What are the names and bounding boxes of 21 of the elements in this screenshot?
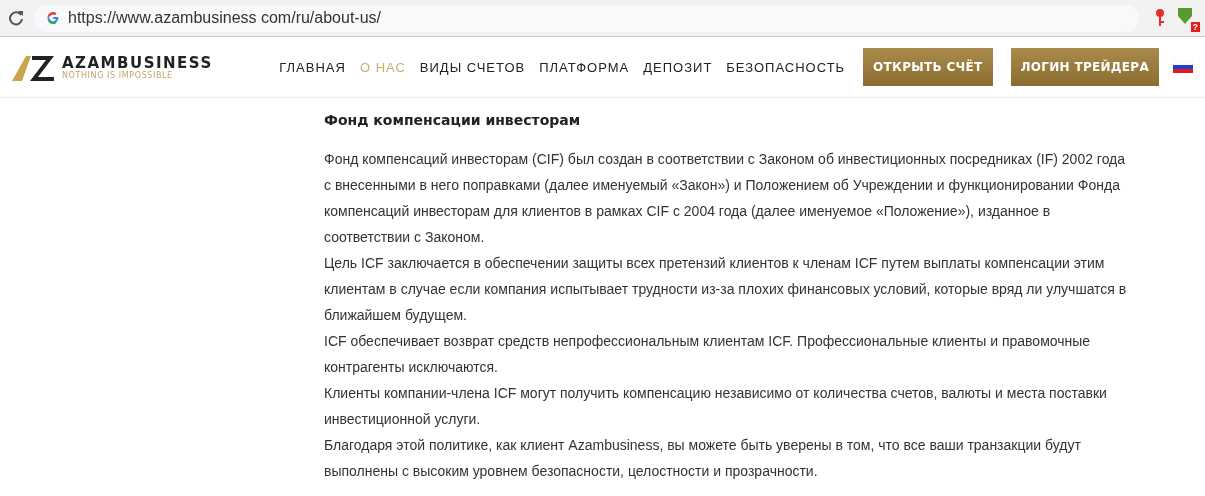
article-paragraph: Цель ICF заключается в обеспечении защиты всех претензий клиентов к членам ICF путем выплаты компенсации этим клиентам в случае если компания испытывает трудности из-за плохих финансовых условий, которые вряд ли улучшатся в ближайшем будущем. [324,254,1128,325]
nav-link[interactable]: ВИДЫ СЧЕТОВ [419,59,526,75]
logo-tagline: NOTHING IS IMPOSSIBLE [62,71,174,80]
nav-link[interactable]: ГЛАВНАЯ [279,59,346,75]
nav-link[interactable]: ПЛАТФОРМА [539,59,630,75]
reload-icon[interactable] [8,10,24,26]
open-account-button[interactable]: ОТКРЫТЬ СЧЁТ [863,48,993,86]
nav-link[interactable]: ДЕПОЗИТ [643,59,713,75]
address-bar[interactable]: https://www.azambusiness com/ru/about-us/ [34,4,1139,32]
url-text: https://www.azambusiness com/ru/about-us/ [68,9,382,27]
article-paragraph: Клиенты компании-члена ICF могут получить компенсацию независимо от количества счетов, валюты и места поставки инвестиционной услуги. [324,384,1108,429]
article-title: Фонд компенсации инвесторам [324,112,582,128]
trader-login-button[interactable]: ЛОГИН ТРЕЙДЕРА [1010,48,1159,86]
article-paragraph: Благодаря этой политике, как клиент Azambusiness, вы можете быть уверены в том, что все ваши транзакции будут выполнены с высоким уровнем безопасности, целостности и прозрачности. [324,436,1082,481]
article-paragraph: ICF обеспечивает возврат средств непрофессиональным клиентам ICF. Профессиональные клиенты и правомочные контрагенты исключаются. [324,332,1092,377]
google-icon [46,11,60,25]
nav-link[interactable]: БЕЗОПАСНОСТЬ [726,59,846,75]
russian-flag-icon[interactable] [1173,61,1193,73]
key-icon[interactable] [1155,9,1165,27]
article-paragraph: Фонд компенсаций инвесторам (CIF) был создан в соответствии с Законом об инвестиционных посредниках (IF) 2002 года с внесенными в него поправками (далее именуемый «Закон») и Положением об Учреждении и функционировании Фонда компенсаций инвесторам для клиентов в рамках CIF с 2004 года (далее именуемое «Положение»), изданное в соответствии с Законом. [324,150,1127,247]
logo-name: AZAMBUSINESS [62,55,213,71]
